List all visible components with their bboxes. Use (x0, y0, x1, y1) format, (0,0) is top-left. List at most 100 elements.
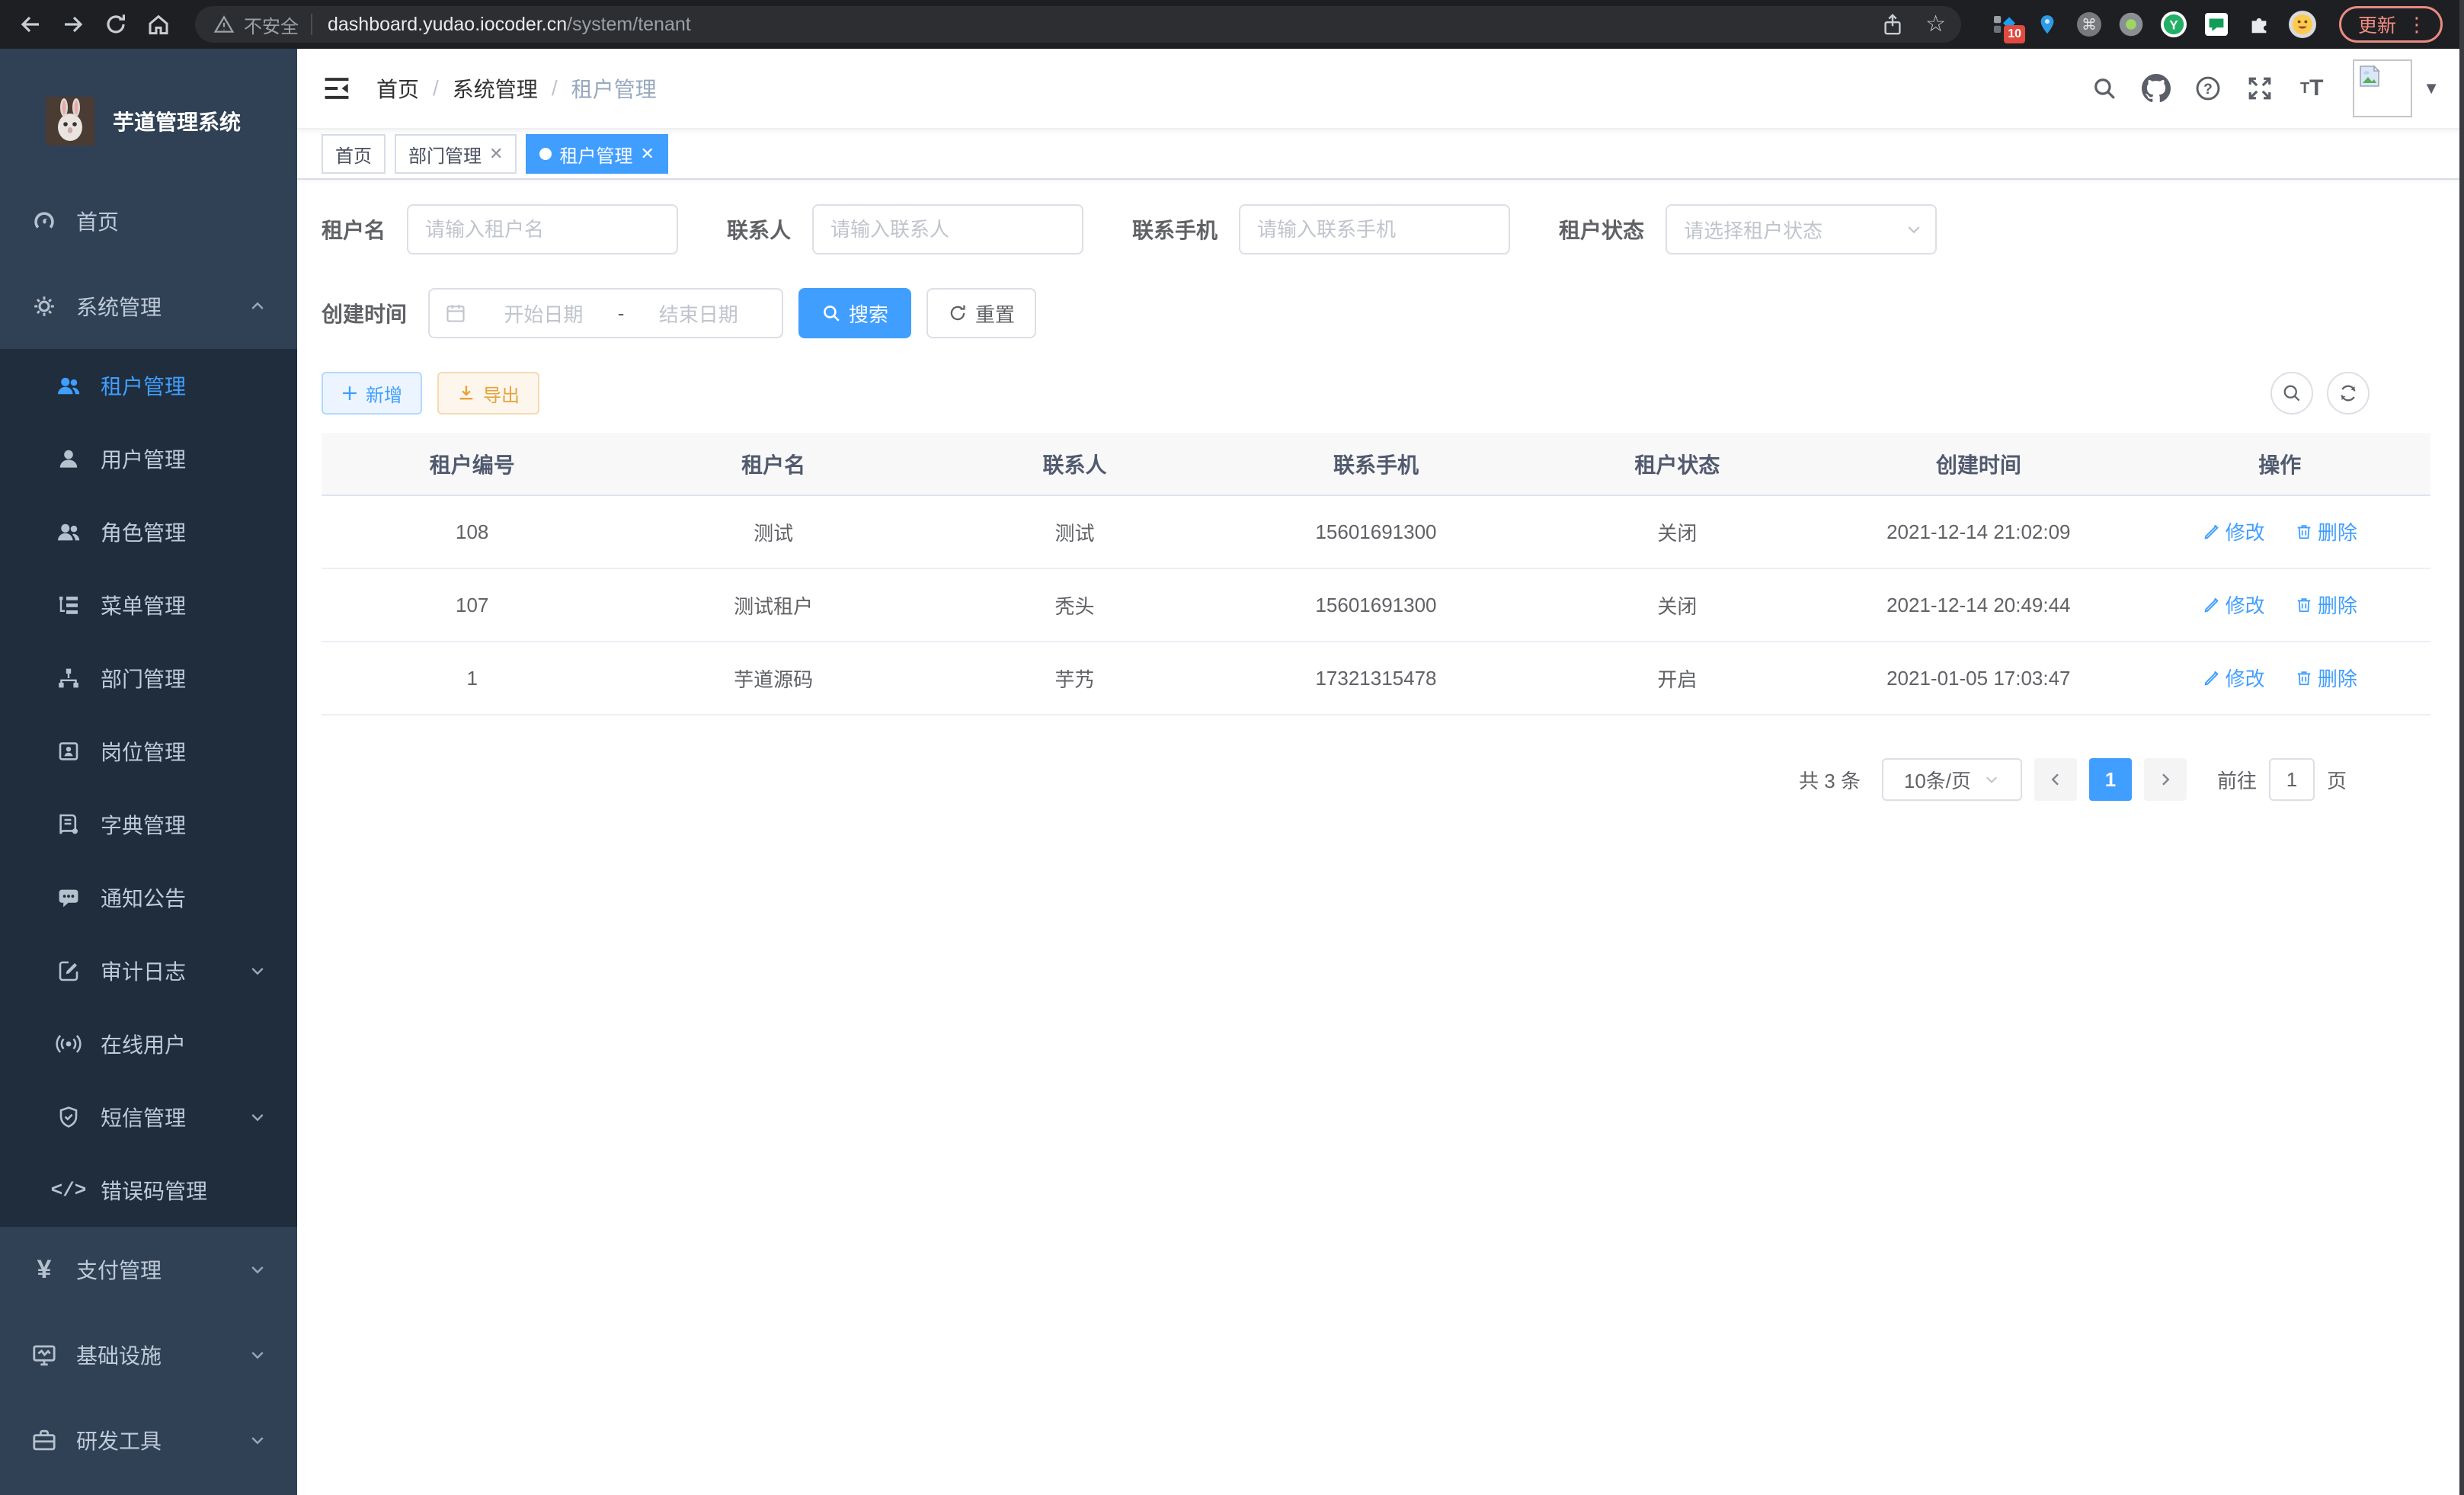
cell-created: 2021-01-05 17:03:47 (1828, 642, 2129, 715)
edit-button[interactable]: 修改 (2203, 664, 2265, 692)
kebab-menu-icon[interactable]: ⋮ (2407, 14, 2427, 34)
system-submenu: 租户管理 用户管理 角色管理 (0, 349, 297, 1227)
sidebar-item-label: 菜单管理 (101, 590, 186, 620)
sidebar-item-menus[interactable]: 菜单管理 (0, 568, 297, 642)
delete-button[interactable]: 删除 (2295, 517, 2357, 546)
user-icon (55, 445, 82, 472)
extension-badge: 10 (2004, 25, 2025, 43)
cell-contact: 芋艿 (924, 642, 1225, 715)
extension-y-icon[interactable]: Y (2161, 11, 2187, 37)
sidebar-item-label: 审计日志 (101, 956, 186, 986)
prev-page-button[interactable] (2034, 758, 2077, 801)
sidebar-fold-icon[interactable] (322, 73, 352, 104)
sidebar-item-departments[interactable]: 部门管理 (0, 642, 297, 715)
sidebar-item-home[interactable]: 首页 (0, 178, 297, 264)
close-icon[interactable]: ✕ (640, 144, 654, 164)
tab-tenant[interactable]: 租户管理 ✕ (526, 134, 667, 174)
extension-pin-icon[interactable] (2034, 11, 2060, 37)
sidebar-item-label: 在线用户 (101, 1029, 186, 1059)
bookmark-star-icon[interactable]: ☆ (1925, 13, 1946, 36)
sidebar-item-payment[interactable]: ¥ 支付管理 (0, 1227, 297, 1312)
status-select[interactable]: 请选择租户状态 (1666, 204, 1937, 255)
sidebar-item-dict[interactable]: 字典管理 (0, 788, 297, 861)
breadcrumb-system[interactable]: 系统管理 (453, 73, 538, 104)
chevron-down-icon (1905, 220, 1923, 238)
tab-home[interactable]: 首页 (322, 134, 386, 174)
browser-forward-button[interactable] (55, 6, 91, 43)
toggle-search-button[interactable] (2270, 372, 2313, 415)
edit-button[interactable]: 修改 (2203, 517, 2265, 546)
pagination-total: 共 3 条 (1799, 766, 1861, 794)
error-code-icon: </> (55, 1176, 82, 1204)
profile-avatar-icon[interactable] (2289, 11, 2316, 38)
mobile-input[interactable] (1239, 204, 1510, 255)
search-button[interactable]: 搜索 (798, 288, 911, 338)
extension-command-icon[interactable]: ⌘ (2077, 12, 2101, 37)
extension-diamond-icon[interactable]: 10 (1992, 11, 2018, 37)
help-icon[interactable]: ? (2182, 62, 2234, 114)
org-chart-icon (55, 664, 82, 692)
fullscreen-icon[interactable] (2234, 62, 2286, 114)
status-label: 租户状态 (1559, 214, 1644, 245)
sidebar-item-sms[interactable]: 短信管理 (0, 1080, 297, 1154)
delete-button[interactable]: 删除 (2295, 664, 2357, 692)
page-size-select[interactable]: 10条/页 (1882, 758, 2022, 801)
page-number-1[interactable]: 1 (2089, 758, 2132, 801)
font-size-icon[interactable]: TT (2286, 62, 2338, 114)
export-button[interactable]: 导出 (437, 372, 539, 415)
add-button[interactable]: 新增 (322, 372, 422, 415)
table-row: 108 测试 测试 15601691300 关闭 2021-12-14 21:0… (322, 495, 2430, 568)
chevron-down-icon (248, 1346, 267, 1364)
page-unit-label: 页 (2327, 766, 2347, 794)
sidebar-item-infra[interactable]: 基础设施 (0, 1312, 297, 1397)
github-icon[interactable] (2130, 62, 2182, 114)
create-time-range-picker[interactable]: 开始日期 - 结束日期 (428, 288, 783, 338)
sidebar-item-posts[interactable]: 岗位管理 (0, 715, 297, 788)
tenant-name-input[interactable] (407, 204, 678, 255)
sidebar-item-notices[interactable]: 通知公告 (0, 861, 297, 934)
browser-toolbar: 不安全 dashboard.yudao.iocoder.cn/system/te… (0, 0, 2464, 49)
browser-back-button[interactable] (12, 6, 49, 43)
logo-image (46, 97, 94, 146)
url-text[interactable]: dashboard.yudao.iocoder.cn/system/tenant (328, 14, 1881, 36)
sidebar: 芋道管理系统 首页 系统管理 (0, 49, 297, 1495)
sidebar-item-devtools[interactable]: 研发工具 (0, 1397, 297, 1483)
sidebar-item-system[interactable]: 系统管理 (0, 264, 297, 349)
sidebar-item-error-codes[interactable]: </> 错误码管理 (0, 1154, 297, 1227)
next-page-button[interactable] (2144, 758, 2187, 801)
extension-chat-icon[interactable] (2203, 11, 2229, 37)
sidebar-item-audit-log[interactable]: 审计日志 (0, 934, 297, 1007)
goto-page-input[interactable] (2269, 758, 2315, 801)
share-icon[interactable] (1881, 13, 1904, 36)
browser-home-button[interactable] (140, 6, 177, 43)
reset-button[interactable]: 重置 (926, 288, 1036, 338)
address-bar[interactable]: 不安全 dashboard.yudao.iocoder.cn/system/te… (195, 6, 1961, 43)
extensions-puzzle-icon[interactable] (2246, 11, 2272, 37)
tab-departments[interactable]: 部门管理 ✕ (395, 134, 517, 174)
refresh-button[interactable] (2327, 372, 2370, 415)
delete-button[interactable]: 删除 (2295, 591, 2357, 619)
browser-update-button[interactable]: 更新 ⋮ (2339, 6, 2443, 43)
sidebar-item-label: 系统管理 (76, 291, 162, 322)
extension-dot-icon[interactable] (2118, 11, 2144, 37)
sidebar-item-users[interactable]: 用户管理 (0, 422, 297, 495)
user-avatar[interactable] (2353, 59, 2412, 117)
browser-reload-button[interactable] (98, 6, 134, 43)
contact-input[interactable] (812, 204, 1083, 255)
menu-tree-icon (55, 591, 82, 619)
close-icon[interactable]: ✕ (489, 144, 503, 164)
security-label[interactable]: 不安全 (244, 11, 299, 38)
table-row: 107 测试租户 秃头 15601691300 关闭 2021-12-14 20… (322, 568, 2430, 642)
sidebar-item-tenant[interactable]: 租户管理 (0, 349, 297, 422)
breadcrumb-separator: / (433, 76, 439, 101)
dict-book-icon (55, 811, 82, 838)
sidebar-item-online-users[interactable]: 在线用户 (0, 1007, 297, 1080)
sidebar-item-label: 首页 (76, 206, 119, 236)
sidebar-item-roles[interactable]: 角色管理 (0, 495, 297, 568)
toolbox-icon (30, 1426, 58, 1454)
breadcrumb-home[interactable]: 首页 (376, 73, 419, 104)
avatar-caret-icon[interactable]: ▼ (2423, 78, 2440, 98)
header-search-icon[interactable] (2078, 62, 2130, 114)
edit-button[interactable]: 修改 (2203, 591, 2265, 619)
sidebar-logo[interactable]: 芋道管理系统 (0, 49, 297, 178)
